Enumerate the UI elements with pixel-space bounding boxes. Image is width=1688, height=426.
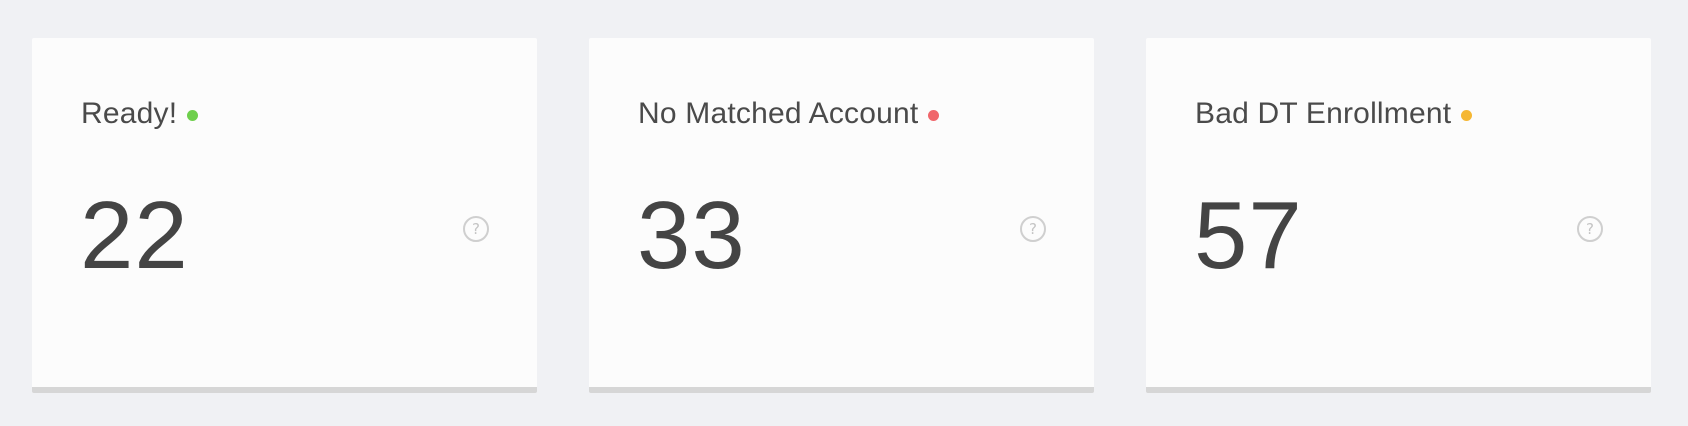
card-count: 57 (1194, 182, 1303, 289)
card-label: Ready! (81, 97, 178, 130)
status-dot-icon (928, 109, 940, 121)
question-circle-icon[interactable]: ? (1577, 216, 1603, 242)
card-label: Bad DT Enrollment (1195, 97, 1452, 130)
card-header: Bad DT Enrollment (1195, 94, 1473, 134)
status-dot-icon (187, 109, 199, 121)
question-circle-icon[interactable]: ? (1020, 216, 1046, 242)
stat-card-ready: Ready! 22 ? (32, 38, 537, 393)
question-circle-icon[interactable]: ? (463, 216, 489, 242)
card-header: Ready! (81, 94, 199, 134)
card-header: No Matched Account (638, 94, 940, 134)
stat-card-bad-dt-enrollment: Bad DT Enrollment 57 ? (1146, 38, 1651, 393)
status-dot-icon (1461, 109, 1473, 121)
card-label: No Matched Account (638, 97, 919, 130)
card-count: 22 (80, 182, 189, 289)
stat-card-no-matched-account: No Matched Account 33 ? (589, 38, 1094, 393)
card-count: 33 (637, 182, 746, 289)
